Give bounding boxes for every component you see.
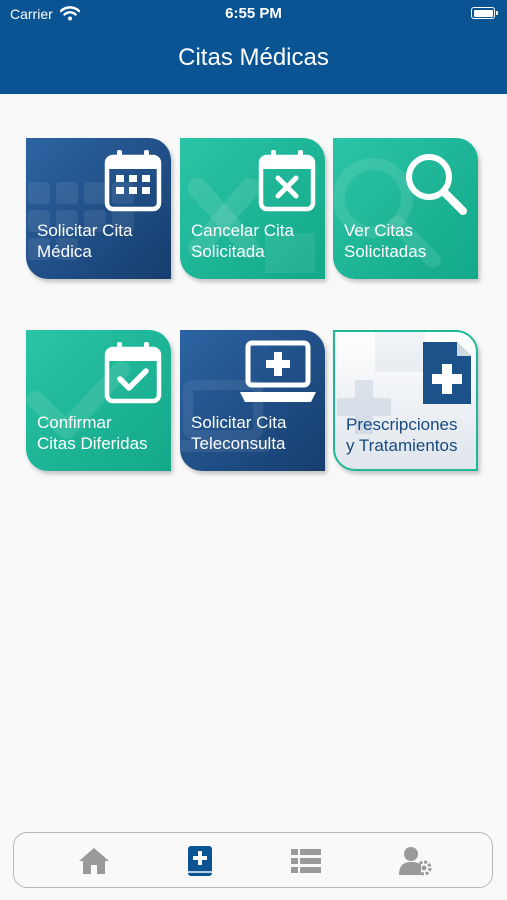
medical-file-icon	[423, 342, 471, 404]
tile-label: Ver Citas Solicitadas	[344, 221, 427, 261]
tile-label: Cancelar Cita Solicitada	[191, 221, 294, 261]
tile-ver-citas[interactable]: Ver Citas Solicitadas	[333, 138, 478, 279]
tile-label: Solicitar Cita Médica	[37, 221, 133, 261]
home-icon[interactable]	[77, 845, 111, 877]
tile-confirmar-citas[interactable]: Confirmar Citas Diferidas	[26, 330, 171, 471]
status-bar: Carrier 6:55 PM	[0, 0, 507, 28]
tile-teleconsulta[interactable]: Solicitar Cita Teleconsulta	[180, 330, 325, 471]
status-time: 6:55 PM	[225, 5, 282, 22]
battery-icon	[471, 7, 498, 19]
calendar-check-icon	[104, 342, 162, 404]
calendar-icon	[104, 150, 162, 212]
laptop-medical-icon	[240, 340, 316, 402]
calendar-x-icon	[258, 150, 316, 212]
user-gear-icon[interactable]	[398, 845, 432, 877]
tile-prescripciones[interactable]: Prescripciones y Tratamientos	[333, 330, 478, 471]
tile-cancelar-cita[interactable]: Cancelar Cita Solicitada	[180, 138, 325, 279]
app-header: Carrier 6:55 PM Citas Médicas	[0, 0, 507, 94]
tab-bar	[13, 832, 493, 888]
tile-label: Solicitar Cita Teleconsulta	[191, 413, 287, 453]
list-icon[interactable]	[289, 845, 323, 877]
page-title: Citas Médicas	[178, 44, 329, 71]
medical-book-icon[interactable]	[183, 845, 217, 877]
tile-label: Confirmar Citas Diferidas	[37, 413, 148, 453]
tile-solicitar-cita-medica[interactable]: Solicitar Cita Médica	[26, 138, 171, 279]
search-icon	[406, 154, 467, 215]
tile-label: Prescripciones y Tratamientos	[346, 415, 458, 455]
